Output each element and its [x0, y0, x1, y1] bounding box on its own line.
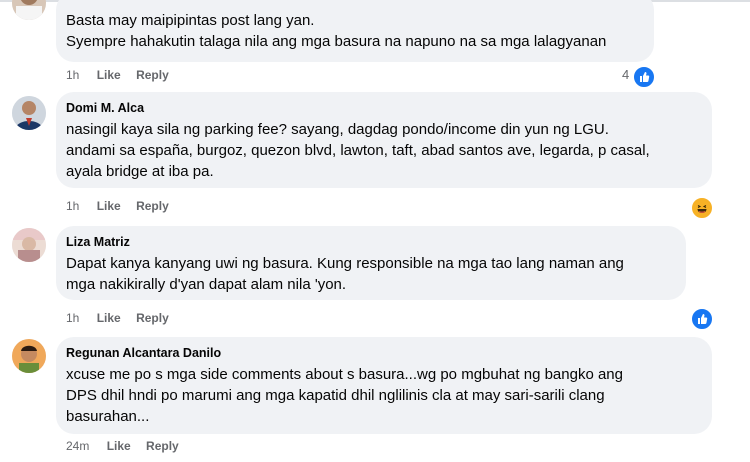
comment-text-line: nasingil kaya sila ng parking fee? sayan…: [66, 121, 609, 138]
like-icon[interactable]: [632, 65, 656, 89]
comment-actions: 1h Like Reply: [66, 199, 181, 213]
like-icon[interactable]: [690, 307, 714, 331]
comment-timestamp[interactable]: 1h: [66, 199, 79, 213]
comment-timestamp[interactable]: 1h: [66, 311, 79, 325]
comment-text-line: mga nakikirally d'yan dapat alam nila 'y…: [66, 276, 347, 293]
comment-author[interactable]: Domi M. Alca: [66, 100, 700, 116]
avatar[interactable]: [12, 0, 46, 20]
comment-actions: 1h Like Reply: [66, 68, 181, 82]
comment-author[interactable]: Regunan Alcantara Danilo: [66, 345, 700, 361]
comment-timestamp[interactable]: 1h: [66, 68, 79, 82]
comment-bubble: Domi M. Alca nasingil kaya sila ng parki…: [56, 92, 712, 188]
reply-button[interactable]: Reply: [136, 68, 169, 82]
like-button[interactable]: Like: [97, 311, 121, 325]
comment-text-line: DPS dhil hndi po marumi ang mga kapatid …: [66, 387, 605, 404]
like-button[interactable]: Like: [97, 199, 121, 213]
comment-text-line: Dapat kanya kanyang uwi ng basura. Kung …: [66, 255, 624, 272]
reaction-count[interactable]: 4: [622, 67, 629, 82]
comment-text-line: andami sa españa, burgoz, quezon blvd, l…: [66, 142, 650, 159]
comment-text-line: xcuse me po s mga side comments about s …: [66, 366, 623, 383]
comment-text-line: Basta may maipipintas post lang yan.: [66, 12, 315, 29]
comment-text-line: basurahan...: [66, 408, 150, 425]
reply-button[interactable]: Reply: [136, 199, 169, 213]
avatar[interactable]: [12, 228, 46, 262]
like-button[interactable]: Like: [97, 68, 121, 82]
comment-bubble: Basta may maipipintas post lang yan. Sye…: [56, 0, 654, 62]
comment-text-line: Syempre hahakutin talaga nila ang mga ba…: [66, 33, 607, 50]
comment-timestamp[interactable]: 24m: [66, 439, 89, 453]
avatar[interactable]: [12, 339, 46, 373]
comment-author[interactable]: Liza Matriz: [66, 234, 674, 250]
haha-icon[interactable]: [690, 196, 714, 220]
reply-button[interactable]: Reply: [146, 439, 179, 453]
like-button[interactable]: Like: [107, 439, 131, 453]
reply-button[interactable]: Reply: [136, 311, 169, 325]
comment-actions: 24m Like Reply: [66, 439, 191, 453]
comment-bubble: Regunan Alcantara Danilo xcuse me po s m…: [56, 337, 712, 434]
comment-actions: 1h Like Reply: [66, 311, 181, 325]
comment-bubble: Liza Matriz Dapat kanya kanyang uwi ng b…: [56, 226, 686, 300]
comment-text-line: ayala bridge at iba pa.: [66, 163, 214, 180]
avatar[interactable]: [12, 96, 46, 130]
